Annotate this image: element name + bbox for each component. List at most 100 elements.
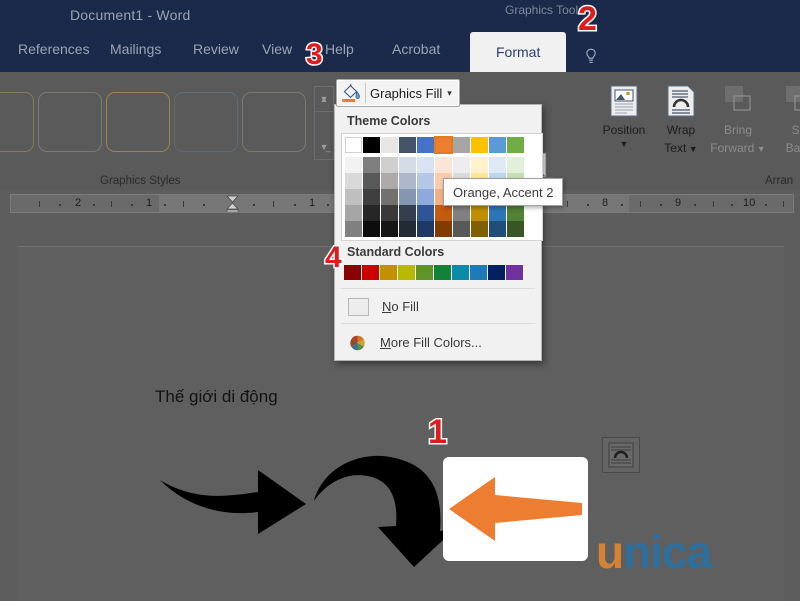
wrap-text-icon	[667, 85, 695, 117]
theme-color-swatch[interactable]	[489, 157, 506, 173]
wrap-text-button[interactable]: Wrap Text ▼	[650, 84, 712, 157]
tab-view[interactable]: View	[262, 41, 292, 57]
standard-color-swatch[interactable]	[434, 265, 451, 280]
theme-color-swatch[interactable]	[345, 221, 362, 237]
tab-review[interactable]: Review	[193, 41, 239, 57]
no-fill-label: No Fill	[382, 299, 419, 314]
theme-color-swatch[interactable]	[399, 173, 416, 189]
lightbulb-icon[interactable]	[584, 48, 598, 65]
theme-color-swatch[interactable]	[345, 157, 362, 173]
tab-mailings[interactable]: Mailings	[110, 41, 161, 57]
theme-color-swatch[interactable]	[453, 221, 470, 237]
theme-color-swatch[interactable]	[399, 221, 416, 237]
theme-color-swatch[interactable]	[381, 205, 398, 221]
position-caret-icon[interactable]: ▼	[593, 139, 655, 149]
standard-color-swatch[interactable]	[380, 265, 397, 280]
theme-color-swatch[interactable]	[417, 221, 434, 237]
theme-color-swatch[interactable]	[507, 137, 524, 153]
theme-color-swatch[interactable]	[363, 157, 380, 173]
window-title: Document1 - Word	[70, 7, 191, 23]
standard-color-swatch[interactable]	[470, 265, 487, 280]
theme-color-swatch[interactable]	[453, 157, 470, 173]
orange-left-arrow-shape[interactable]	[447, 473, 584, 545]
theme-color-swatch[interactable]	[507, 205, 524, 221]
send-backward-label-1: Se	[791, 123, 800, 137]
theme-color-swatch[interactable]	[417, 157, 434, 173]
theme-color-swatch[interactable]	[363, 205, 380, 221]
standard-color-swatch[interactable]	[488, 265, 505, 280]
theme-color-swatch[interactable]	[381, 173, 398, 189]
graphics-style-thumb[interactable]	[38, 92, 102, 152]
theme-color-swatch[interactable]	[363, 221, 380, 237]
theme-color-swatch[interactable]	[417, 189, 434, 205]
theme-color-swatch[interactable]	[399, 157, 416, 173]
document-paragraph[interactable]: Thế giới di động	[155, 387, 278, 407]
wrap-text-label-1: Wrap	[666, 123, 696, 137]
theme-color-swatch[interactable]	[471, 157, 488, 173]
theme-color-swatch[interactable]	[345, 205, 362, 221]
graphics-style-thumb[interactable]	[242, 92, 306, 152]
graphics-styles-scroll-buttons[interactable]: ▲ ▼ ▼̲	[314, 86, 334, 160]
layout-options-icon[interactable]	[602, 437, 640, 473]
graphics-style-thumb[interactable]	[106, 92, 170, 152]
theme-color-swatch[interactable]	[435, 205, 452, 221]
theme-color-swatch[interactable]	[345, 173, 362, 189]
standard-color-swatch[interactable]	[452, 265, 469, 280]
theme-color-swatch[interactable]	[489, 137, 506, 153]
theme-color-swatch[interactable]	[507, 157, 524, 173]
theme-color-swatch[interactable]	[381, 157, 398, 173]
theme-color-swatch[interactable]	[434, 136, 453, 154]
position-button[interactable]: Position ▼	[593, 84, 655, 149]
standard-colors-row[interactable]	[344, 265, 523, 280]
graphics-fill-button[interactable]: Graphics Fill ▾	[336, 79, 460, 107]
standard-color-swatch[interactable]	[398, 265, 415, 280]
theme-color-swatch[interactable]	[453, 137, 470, 153]
theme-color-swatch[interactable]	[345, 137, 362, 153]
no-fill-menu-item[interactable]: No Fill	[335, 293, 541, 320]
theme-color-swatch[interactable]	[363, 137, 380, 153]
standard-color-swatch[interactable]	[506, 265, 523, 280]
chevron-down-icon[interactable]: ▾	[447, 88, 452, 99]
theme-color-swatch[interactable]	[399, 205, 416, 221]
theme-color-swatch[interactable]	[399, 137, 416, 153]
theme-color-swatch[interactable]	[453, 205, 470, 221]
theme-color-swatch[interactable]	[489, 221, 506, 237]
gallery-more-icon[interactable]: ▼̲	[315, 135, 333, 159]
theme-color-swatch[interactable]	[381, 137, 398, 153]
theme-color-swatch[interactable]	[399, 189, 416, 205]
theme-color-swatch[interactable]	[507, 221, 524, 237]
indent-marker-icon[interactable]	[226, 195, 239, 212]
theme-color-swatch[interactable]	[471, 221, 488, 237]
annotation-marker-2: 2	[577, 0, 599, 38]
standard-color-swatch[interactable]	[416, 265, 433, 280]
theme-color-swatch[interactable]	[417, 137, 434, 153]
more-fill-colors-menu-item[interactable]: More Fill Colors...	[335, 329, 541, 356]
graphics-style-thumb[interactable]	[0, 92, 34, 152]
theme-color-swatch[interactable]	[417, 173, 434, 189]
black-curved-right-arrow-shape[interactable]	[158, 462, 308, 537]
theme-color-swatch[interactable]	[471, 137, 488, 153]
theme-color-swatch[interactable]	[345, 189, 362, 205]
black-curved-down-arrow-shape[interactable]	[310, 449, 455, 569]
graphics-style-thumb[interactable]	[174, 92, 238, 152]
tab-format[interactable]: Format	[470, 32, 567, 72]
theme-color-swatch[interactable]	[435, 157, 452, 173]
wrap-text-caret-icon[interactable]: ▼	[686, 144, 698, 154]
theme-color-swatch[interactable]	[381, 221, 398, 237]
annotation-marker-1: 1	[427, 413, 449, 451]
theme-color-swatch[interactable]	[417, 205, 434, 221]
tab-acrobat[interactable]: Acrobat	[392, 41, 440, 57]
standard-color-swatch[interactable]	[362, 265, 379, 280]
selected-shape-container[interactable]	[443, 457, 588, 561]
gallery-scroll-down-icon[interactable]: ▼	[315, 87, 333, 112]
tab-references[interactable]: References	[18, 41, 90, 57]
tab-help[interactable]: Help	[325, 41, 354, 57]
theme-color-swatch[interactable]	[489, 205, 506, 221]
standard-color-swatch[interactable]	[344, 265, 361, 280]
theme-color-swatch[interactable]	[435, 221, 452, 237]
theme-color-swatch[interactable]	[471, 205, 488, 221]
send-backward-button: Se Back	[768, 84, 800, 157]
theme-color-swatch[interactable]	[363, 189, 380, 205]
theme-color-swatch[interactable]	[381, 189, 398, 205]
theme-color-swatch[interactable]	[363, 173, 380, 189]
